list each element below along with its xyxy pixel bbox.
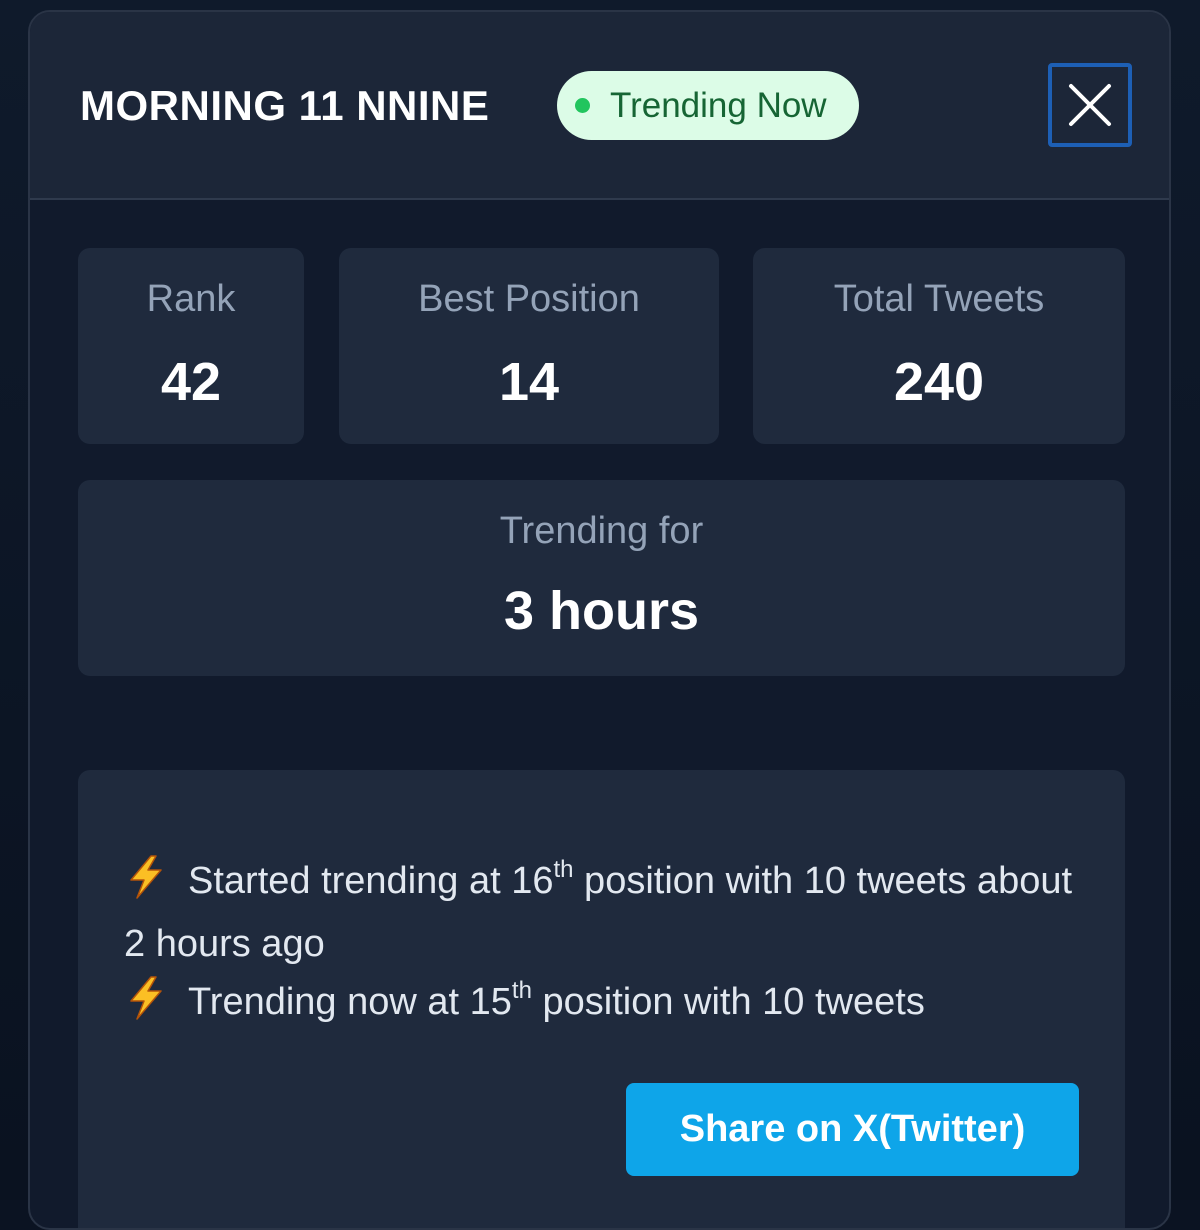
rank-label: Rank — [146, 278, 236, 320]
timeline-entry-text: Trending now at 15 — [188, 981, 512, 1023]
close-icon — [1069, 84, 1111, 126]
close-button[interactable] — [1048, 63, 1132, 147]
best-position-card: Best Position 14 — [339, 248, 719, 444]
trending-duration-label: Trending for — [499, 510, 704, 552]
lightning-bolt-icon — [130, 855, 162, 899]
trending-status-badge: Trending Now — [557, 71, 859, 140]
status-dot-icon — [575, 98, 590, 113]
rank-value: 42 — [160, 352, 222, 412]
timeline-entry-text: Started trending at 16 — [188, 860, 554, 902]
best-position-label: Best Position — [418, 278, 640, 320]
modal-title: MORNING 11 NNINE — [80, 82, 490, 129]
total-tweets-label: Total Tweets — [833, 278, 1045, 320]
timeline-entry: Trending now at 15th position with 10 tw… — [124, 973, 1084, 1036]
share-on-x-button[interactable]: Share on X(Twitter) — [626, 1083, 1079, 1176]
trending-duration-value: 3 hours — [503, 581, 700, 641]
timeline-entry: Started trending at 16th position with 1… — [124, 852, 1084, 973]
best-position-value: 14 — [498, 352, 560, 412]
rank-card: Rank 42 — [78, 248, 304, 444]
trending-duration-card: Trending for 3 hours — [78, 480, 1125, 676]
timeline-entry-text: position with 10 tweets — [531, 981, 925, 1023]
ordinal-suffix: th — [511, 977, 532, 1004]
status-badge-label: Trending Now — [610, 86, 827, 125]
timeline-list: Started trending at 16th position with 1… — [124, 852, 1084, 1036]
ordinal-suffix: th — [553, 856, 574, 883]
total-tweets-value: 240 — [893, 352, 985, 412]
trend-timeline-card: Started trending at 16th position with 1… — [78, 770, 1125, 1228]
total-tweets-card: Total Tweets 240 — [753, 248, 1125, 444]
trend-details-modal: MORNING 11 NNINE Trending Now Rank 42 Be… — [28, 10, 1171, 1230]
modal-header: MORNING 11 NNINE Trending Now — [30, 12, 1169, 200]
lightning-bolt-icon — [130, 976, 162, 1020]
